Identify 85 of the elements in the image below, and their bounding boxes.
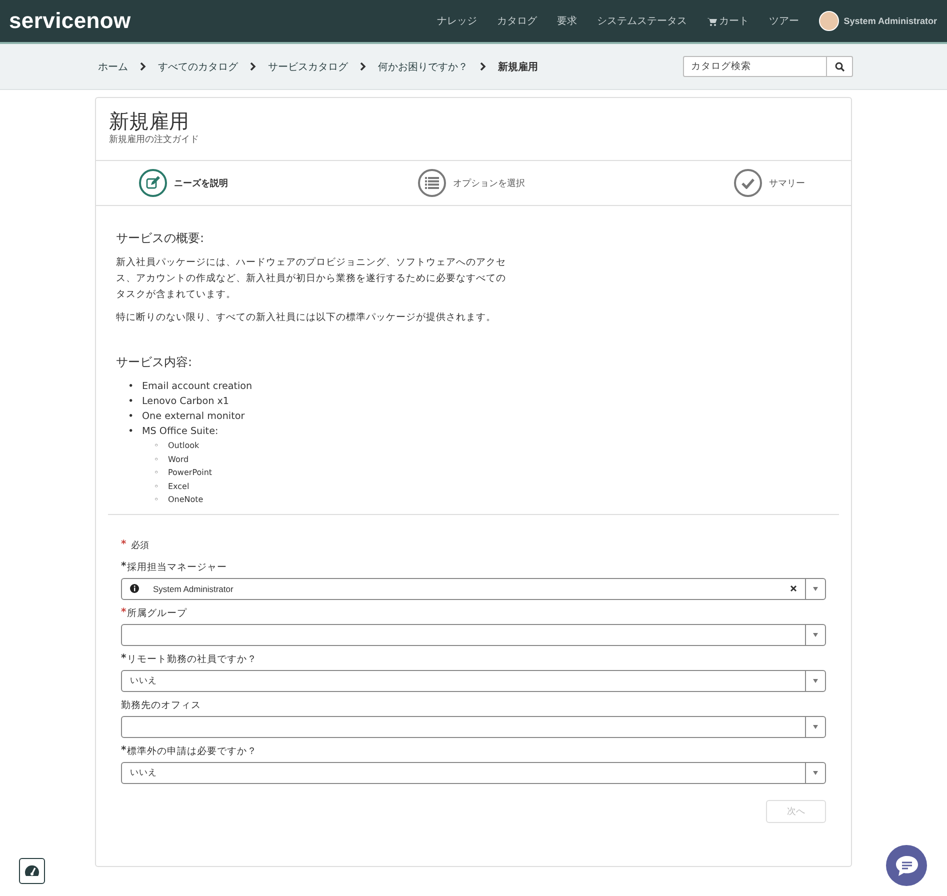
select-field[interactable]: [121, 716, 826, 738]
field-label: リモート勤務の社員ですか？: [127, 652, 258, 666]
field-label: 採用担当マネージャー: [127, 560, 228, 574]
field-label: 所属グループ: [127, 606, 188, 620]
select-field[interactable]: いいえ: [121, 762, 826, 784]
nav-link[interactable]: システムステータス: [596, 14, 687, 28]
page-title: 新規雇用: [109, 109, 190, 133]
field-label: 標準外の申請は必要ですか？: [127, 744, 258, 758]
nav-link[interactable]: ツアー: [768, 14, 799, 28]
avatar-icon[interactable]: [818, 11, 839, 31]
check-icon: [741, 178, 755, 188]
search-icon: [834, 62, 844, 72]
bullet: •: [128, 380, 135, 394]
field-value: System Administrator: [153, 584, 234, 594]
cart-icon: [706, 16, 717, 26]
breadcrumb-link[interactable]: 新規雇用: [498, 60, 538, 74]
bullet: ◦: [154, 494, 160, 506]
section-heading: サービス内容:: [116, 354, 194, 371]
search-button[interactable]: [827, 56, 853, 77]
field-value: いいえ: [130, 766, 157, 778]
breadcrumb-link[interactable]: サービスカタログ: [268, 60, 348, 74]
required-asterisk: *: [121, 744, 126, 758]
status-button[interactable]: [19, 858, 45, 884]
step-circle[interactable]: [734, 169, 762, 197]
list-item: PowerPoint: [168, 468, 212, 477]
nav-link[interactable]: カート: [706, 14, 749, 28]
select-field[interactable]: System Administrator: [121, 578, 826, 600]
list-icon: [425, 177, 439, 189]
required-asterisk: *: [121, 538, 126, 552]
bullet: ◦: [154, 480, 160, 492]
dropdown-arrow-icon[interactable]: [813, 770, 818, 774]
chevron-icon: [360, 62, 366, 71]
field-label: 勤務先のオフィス: [121, 698, 201, 712]
chat-button[interactable]: [886, 845, 927, 886]
section-heading: サービスの概要:: [116, 230, 206, 247]
breadcrumb-link[interactable]: ホーム: [98, 60, 128, 74]
required-asterisk: *: [121, 606, 126, 620]
required-asterisk: *: [121, 560, 126, 574]
step-label: ニーズを説明: [174, 177, 228, 190]
list-item: One external monitor: [142, 411, 245, 422]
list-item: Lenovo Carbon x1: [142, 396, 230, 407]
list-item: Word: [168, 454, 189, 464]
bullet: •: [128, 425, 135, 439]
chevron-icon: [480, 62, 486, 71]
description-text: 特に断りのない限り、すべての新入社員には以下の標準パッケージが提供されます。: [116, 311, 497, 325]
clear-icon[interactable]: [790, 585, 797, 592]
dropdown-arrow-icon[interactable]: [813, 724, 818, 728]
bullet: ◦: [154, 454, 160, 466]
user-menu[interactable]: System Administrator: [844, 16, 937, 26]
chevron-icon: [250, 62, 256, 71]
gauge-icon: [24, 864, 40, 878]
bullet: •: [128, 395, 135, 409]
nav-link[interactable]: ナレッジ: [436, 14, 477, 28]
bullet: ◦: [154, 467, 160, 479]
bullet: ◦: [154, 440, 160, 452]
description-text: 新入社員パッケージには、ハードウェアのプロビジョニング、ソフトウェアへのアクセス、アカウントの作成など、新入社員が初日から業務を遂行するために必要なすべてのタスクが含まれています。: [116, 256, 507, 302]
nav-link[interactable]: 要求: [556, 14, 577, 28]
step-circle[interactable]: [139, 169, 167, 197]
chevron-icon: [140, 62, 146, 71]
list-item: MS Office Suite:: [142, 426, 218, 437]
list-item: OneNote: [168, 495, 204, 504]
list-item: Outlook: [168, 441, 200, 450]
list-item: Excel: [168, 482, 190, 490]
required-note: 必須: [131, 540, 150, 552]
dropdown-arrow-icon[interactable]: [813, 632, 818, 636]
logo[interactable]: servicenow: [9, 8, 131, 34]
list-item: Email account creation: [142, 381, 252, 392]
info-icon: [130, 584, 139, 593]
select-field[interactable]: [121, 624, 826, 646]
dropdown-arrow-icon[interactable]: [813, 586, 818, 590]
bullet: •: [128, 410, 135, 424]
step-label: サマリー: [769, 178, 805, 190]
search-field[interactable]: カタログ検索: [683, 56, 827, 77]
field-value: いいえ: [130, 674, 157, 686]
edit-icon: [146, 176, 160, 190]
select-field[interactable]: いいえ: [121, 670, 826, 692]
breadcrumb-link[interactable]: 何かお困りですか？: [378, 60, 468, 74]
page-subtitle: 新規雇用の注文ガイド: [109, 134, 200, 146]
nav-link[interactable]: カタログ: [496, 14, 537, 28]
dropdown-arrow-icon[interactable]: [813, 678, 818, 682]
step-label: オプションを選択: [453, 177, 525, 190]
chat-bubble-icon: [894, 854, 918, 876]
required-asterisk: *: [121, 652, 126, 666]
breadcrumb-link[interactable]: すべてのカタログ: [158, 60, 238, 74]
step-circle[interactable]: [418, 169, 446, 197]
